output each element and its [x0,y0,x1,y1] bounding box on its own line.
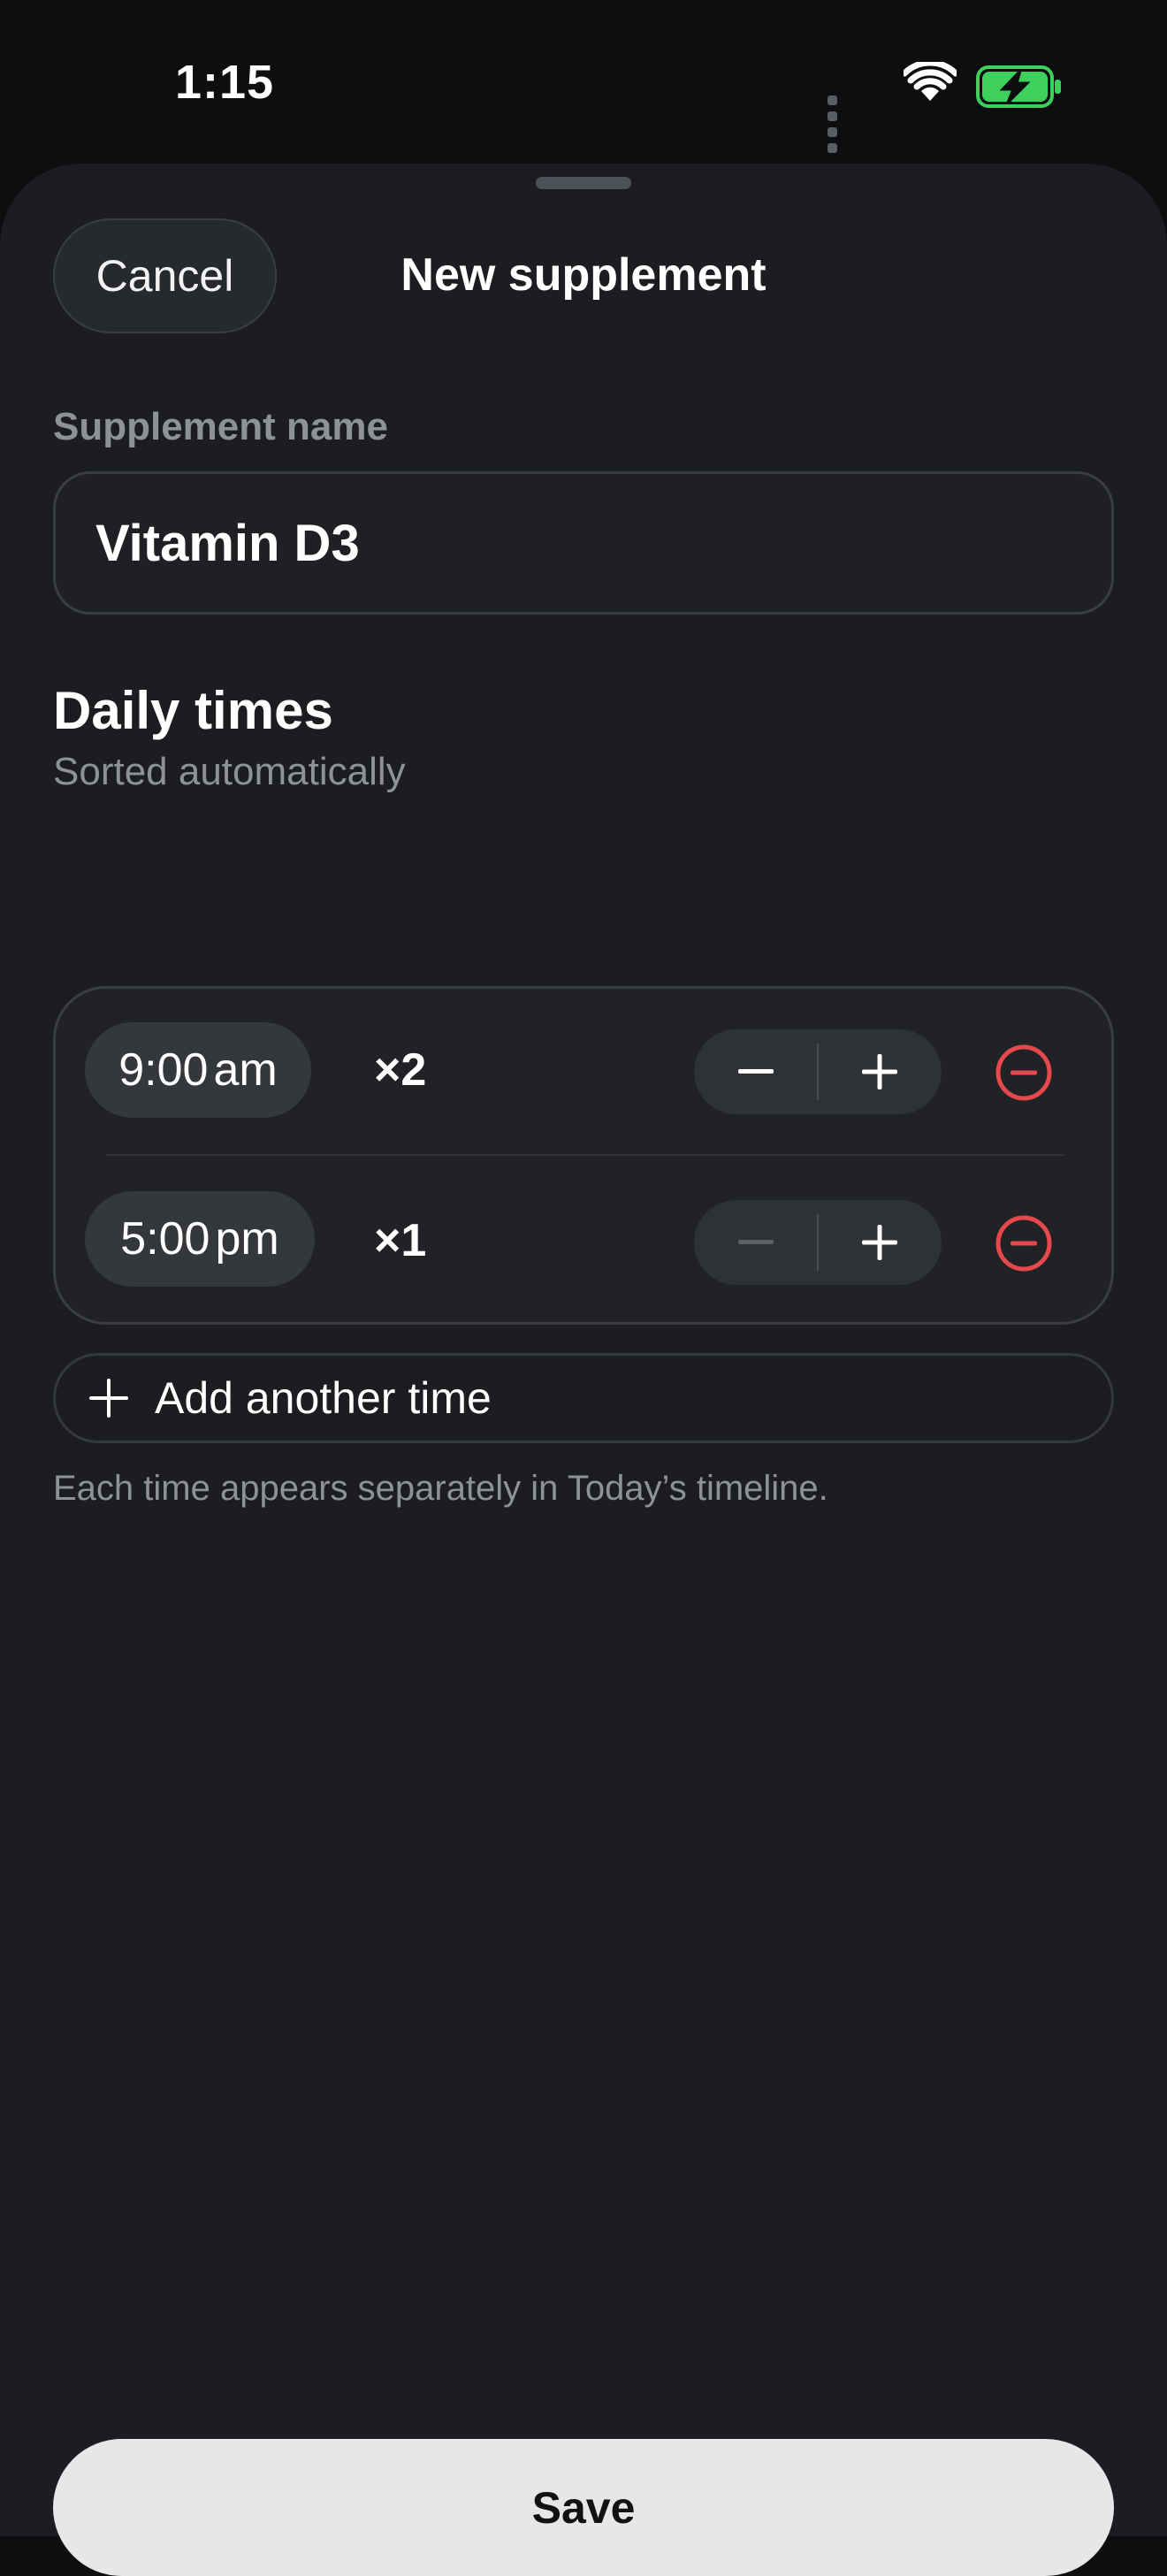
sheet-grabber[interactable] [536,177,631,189]
plus-icon [862,1054,897,1089]
time-value: 9:00 [118,1044,209,1096]
dose-stepper [694,1200,942,1285]
status-bar: 1:15 [0,0,1167,168]
time-row: 9:00 am ×2 [56,989,1117,1157]
dose-count: ×1 [374,1215,427,1266]
remove-circle-icon [995,1215,1052,1272]
decrement-button[interactable] [694,1029,818,1114]
increment-button[interactable] [818,1029,942,1114]
supplement-name-input[interactable] [53,471,1114,615]
battery-charging-icon [976,65,1061,108]
time-ampm: am [213,1044,278,1096]
increment-button[interactable] [818,1200,942,1285]
time-picker-button[interactable]: 9:00 am [85,1022,311,1118]
add-another-time-label: Add another time [155,1373,492,1423]
remove-circle-icon [995,1044,1052,1101]
daily-times-subtitle: Sorted automatically [53,750,406,793]
decrement-button-disabled [694,1200,818,1285]
daily-times-title: Daily times [53,681,333,740]
time-picker-button[interactable]: 5:00 pm [85,1191,315,1287]
cellular-signal-icon [828,94,843,157]
timeline-hint: Each time appears separately in Today’s … [53,1469,828,1508]
minus-icon [738,1069,774,1074]
supplement-name-label: Supplement name [53,405,388,448]
time-value: 5:00 [120,1213,210,1265]
dose-count: ×2 [374,1044,427,1096]
status-time: 1:15 [175,56,275,109]
daily-times-card: 9:00 am ×2 5:00 pm ×1 [53,986,1114,1325]
minus-icon [738,1240,774,1244]
remove-time-button[interactable] [995,1043,1053,1102]
new-supplement-sheet: Cancel New supplement Supplement name Da… [0,164,1167,2576]
remove-time-button[interactable] [995,1214,1053,1273]
plus-icon [862,1225,897,1260]
time-ampm: pm [215,1213,279,1265]
add-another-time-button[interactable]: Add another time [53,1353,1114,1443]
save-button[interactable]: Save [53,2439,1114,2576]
plus-icon [89,1379,128,1418]
dose-stepper [694,1029,942,1114]
sheet-title: New supplement [400,249,767,301]
row-divider [106,1154,1065,1156]
time-row: 5:00 pm ×1 [56,1159,1117,1327]
wifi-icon [904,62,957,101]
